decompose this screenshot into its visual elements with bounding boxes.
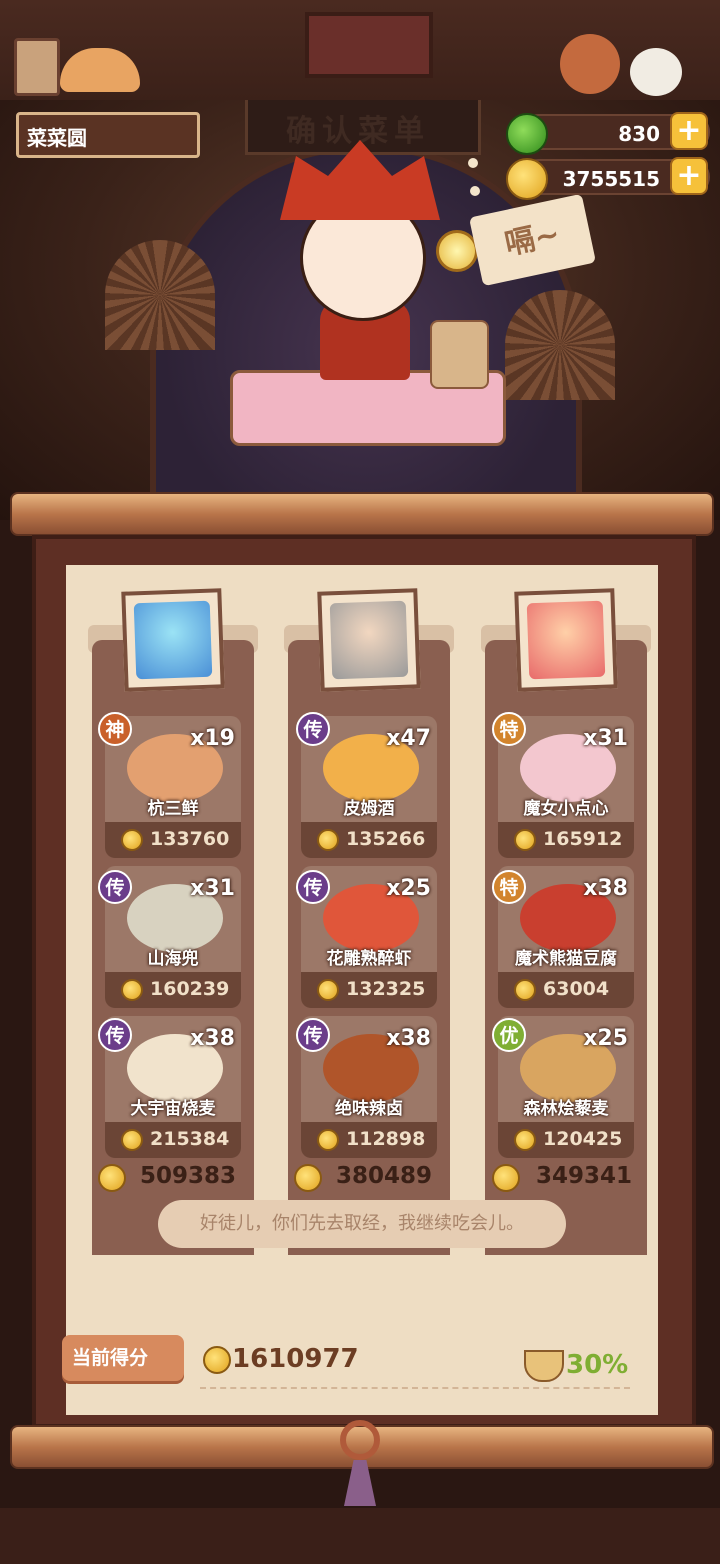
- diner-avatar[interactable]: [317, 588, 421, 692]
- chef-character-icon[interactable]: [560, 34, 620, 94]
- dish-count: x31: [583, 726, 628, 751]
- dish-count: x38: [190, 1026, 235, 1051]
- cat-white-icon: [630, 48, 682, 96]
- dish-count: x19: [190, 726, 235, 751]
- dish-count: x47: [386, 726, 431, 751]
- coin-icon: [294, 1164, 322, 1192]
- dish-name: 山海兜: [147, 949, 199, 969]
- monk-tip-message: 好徒儿，你们先去取经，我继续吃会儿。: [158, 1200, 566, 1248]
- column-total: 509383: [140, 1163, 237, 1189]
- dish-count: x38: [386, 1026, 431, 1051]
- current-score-label: 当前得分: [62, 1335, 184, 1381]
- player-name[interactable]: 菜菜圆: [16, 112, 200, 158]
- rarity-badge: 传: [296, 712, 330, 746]
- banner-portrait-icon[interactable]: [305, 12, 433, 78]
- dish-price: 112898: [346, 1128, 426, 1150]
- scroll-top-rod: [10, 492, 714, 536]
- dish-name: 绝味辣卤: [335, 1099, 403, 1119]
- coin-icon: [506, 158, 548, 200]
- add-jade-button[interactable]: +: [670, 112, 708, 150]
- coin-icon: [514, 1129, 536, 1151]
- rarity-badge: 传: [98, 1018, 132, 1052]
- rarity-badge: 传: [296, 1018, 330, 1052]
- dish-price-bar: 135266: [301, 822, 437, 858]
- dish-price-bar: 112898: [301, 1122, 437, 1158]
- cat-mascot-icon: [60, 48, 140, 92]
- right-fan-icon: [505, 290, 615, 400]
- dish-price-bar: 132325: [301, 972, 437, 1008]
- dish-name: 森林烩藜麦: [523, 1099, 609, 1119]
- diner-avatar[interactable]: [121, 588, 225, 692]
- coin-icon: [514, 979, 536, 1001]
- dish-price-bar: 165912: [498, 822, 634, 858]
- dish-name: 大宇宙烧麦: [130, 1099, 216, 1119]
- coin-icon: [121, 979, 143, 1001]
- rarity-badge: 传: [98, 870, 132, 904]
- avatar-image: [329, 600, 409, 680]
- dish-name: 皮姆酒: [343, 799, 395, 819]
- bonus-bowl-icon: [524, 1350, 564, 1382]
- dish-name: 魔女小点心: [523, 799, 609, 819]
- dish-price: 132325: [346, 978, 426, 1000]
- bonus-percent: 30%: [566, 1350, 629, 1380]
- rarity-badge: 特: [492, 870, 526, 904]
- staff-icon: [436, 230, 478, 272]
- dish-price: 63004: [543, 978, 610, 1000]
- dish-price-bar: 215384: [105, 1122, 241, 1158]
- avatar-image: [133, 600, 213, 680]
- dish-count: x25: [386, 876, 431, 901]
- column-total: 380489: [336, 1163, 433, 1189]
- coin-icon: [317, 829, 339, 851]
- coin-icon: [317, 979, 339, 1001]
- jade-icon: [506, 113, 548, 155]
- stacked-bowls-icon: [430, 320, 489, 389]
- dish-price: 133760: [150, 828, 230, 850]
- dish-name: 杭三鲜: [147, 799, 199, 819]
- dish-price-bar: 133760: [105, 822, 241, 858]
- coin-icon: [317, 1129, 339, 1151]
- bubble-dot: [470, 186, 480, 196]
- rarity-badge: 传: [296, 870, 330, 904]
- coin-icon: [203, 1346, 231, 1374]
- top-decoration-bar: [0, 0, 720, 103]
- dish-price: 120425: [543, 1128, 623, 1150]
- current-score-value: 1610977: [232, 1344, 359, 1374]
- coin-icon: [121, 829, 143, 851]
- rarity-badge: 神: [98, 712, 132, 746]
- dish-price-bar: 160239: [105, 972, 241, 1008]
- bubble-dot: [468, 158, 478, 168]
- coin-icon: [492, 1164, 520, 1192]
- tassel-knot-icon: [326, 1420, 394, 1506]
- rarity-badge: 特: [492, 712, 526, 746]
- column-total: 349341: [536, 1163, 633, 1189]
- coin-icon: [121, 1129, 143, 1151]
- bottom-strip: [0, 1508, 720, 1564]
- rarity-badge: 优: [492, 1018, 526, 1052]
- frame-icon[interactable]: [14, 38, 60, 96]
- coin-icon: [514, 829, 536, 851]
- dish-price: 165912: [543, 828, 623, 850]
- coin-icon: [98, 1164, 126, 1192]
- dish-name: 魔术熊猫豆腐: [515, 949, 617, 969]
- dish-price: 215384: [150, 1128, 230, 1150]
- left-fan-icon: [105, 240, 215, 350]
- dish-count: x38: [583, 876, 628, 901]
- dish-name: 花雕熟醉虾: [326, 949, 412, 969]
- avatar-image: [526, 600, 606, 680]
- dish-price: 160239: [150, 978, 230, 1000]
- dish-price-bar: 63004: [498, 972, 634, 1008]
- add-coin-button[interactable]: +: [670, 157, 708, 195]
- diner-avatar[interactable]: [514, 588, 618, 692]
- dish-count: x31: [190, 876, 235, 901]
- dish-price: 135266: [346, 828, 426, 850]
- dish-count: x25: [583, 1026, 628, 1051]
- divider: [200, 1387, 630, 1389]
- dish-price-bar: 120425: [498, 1122, 634, 1158]
